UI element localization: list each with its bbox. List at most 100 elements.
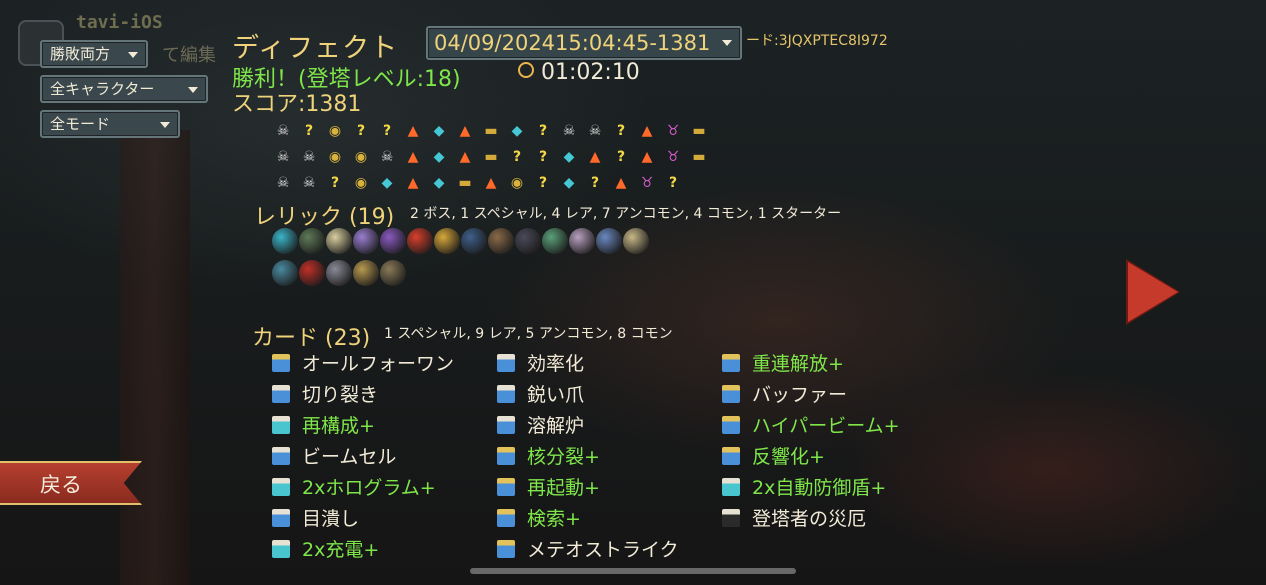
unknown-monster-room-icon: ? (538, 149, 548, 165)
card-entry[interactable]: 目潰し (272, 505, 359, 533)
relic-icon[interactable] (515, 228, 541, 254)
card-entry[interactable]: 検索+ (497, 505, 581, 533)
relic-icon[interactable] (542, 228, 568, 254)
unknown-room-icon: ? (538, 175, 548, 191)
scrollbar[interactable] (470, 568, 796, 574)
card-name: 溶解炉 (527, 415, 585, 437)
card-entry[interactable]: 2x自動防御盾+ (722, 474, 886, 502)
elite-room-icon: ▲ (641, 123, 653, 139)
relic-list (272, 228, 792, 292)
card-entry[interactable]: 鋭い爪 (497, 381, 584, 409)
card-icon (272, 446, 290, 465)
next-page-arrow-icon[interactable] (1128, 262, 1178, 322)
relic-icon[interactable] (326, 260, 352, 286)
elite-room-icon: ▲ (407, 175, 419, 191)
card-entry[interactable]: 再構成+ (272, 412, 375, 440)
unknown-monster-room-icon: ? (616, 123, 626, 139)
relic-icon[interactable] (407, 228, 433, 254)
relic-icon[interactable] (488, 228, 514, 254)
edit-label[interactable]: て編集 (162, 41, 216, 67)
card-name: メテオストライク (527, 539, 679, 561)
play-time: 01:02:10 (541, 60, 640, 85)
card-icon (722, 415, 740, 434)
unknown-room-icon: ? (616, 149, 626, 165)
card-name: 再構成+ (302, 415, 375, 437)
card-entry[interactable]: 2x充電+ (272, 536, 379, 564)
elite-room-icon: ▲ (459, 149, 471, 165)
card-name: バッファー (752, 384, 848, 406)
relic-icon[interactable] (596, 228, 622, 254)
monster-room-icon: ☠ (380, 149, 394, 165)
card-entry[interactable]: メテオストライク (497, 536, 679, 564)
monster-room-icon: ☠ (302, 149, 316, 165)
monster-room-icon: ☠ (562, 123, 576, 139)
card-entry[interactable]: オールフォーワン (272, 350, 454, 378)
result-filter-label: 勝敗両方 (50, 45, 111, 63)
relic-icon[interactable] (623, 228, 649, 254)
card-name: 反響化+ (752, 446, 825, 468)
card-icon (272, 353, 290, 372)
back-button-label[interactable]: 戻る (40, 469, 82, 499)
card-entry[interactable]: 反響化+ (722, 443, 825, 471)
card-name: オールフォーワン (302, 353, 455, 375)
relic-icon[interactable] (299, 260, 325, 286)
card-name: 重連解放+ (752, 353, 844, 375)
map-path: ☠? ◉?? ▲ ◆ ▲ ▬ ◆? ☠ ☠? ▲ ♉ ▬ ☠ ☠ ◉ ◉ ☠ ▲ ◆ ▲ ▬?? ◆ ▲? ▲ ♉ ▬ ☠ ☠? ◉ ◆ ▲… (270, 118, 720, 196)
unknown-room-icon: ? (668, 175, 678, 191)
card-entry[interactable]: 核分裂+ (497, 443, 600, 471)
monster-room-icon: ☠ (302, 175, 316, 191)
card-name: 効率化 (527, 353, 585, 375)
relic-icon[interactable] (380, 260, 406, 286)
stopwatch-icon (518, 62, 534, 78)
relic-icon[interactable] (272, 228, 298, 254)
card-entry[interactable]: 登塔者の災厄 (722, 505, 866, 533)
card-entry[interactable]: 溶解炉 (497, 412, 584, 440)
result-filter-dropdown[interactable]: 勝敗両方 (40, 40, 148, 68)
unknown-room-icon: ? (356, 123, 366, 139)
character-title: ディフェクト (232, 33, 399, 64)
unknown-room-icon: ? (330, 175, 340, 191)
card-entry[interactable]: バッファー (722, 381, 847, 409)
elite-room-icon: ▲ (407, 149, 419, 165)
mode-filter-dropdown[interactable]: 全モード (40, 110, 180, 138)
card-icon (497, 384, 515, 403)
cards-summary: 1 スペシャル, 9 レア, 5 アンコモン, 8 コモン (384, 326, 673, 342)
monster-room-icon: ☠ (276, 123, 290, 139)
card-entry[interactable]: 切り裂き (272, 381, 378, 409)
rest-room-icon: ◆ (381, 175, 393, 191)
relic-icon[interactable] (353, 260, 379, 286)
rest-room-icon: ◆ (563, 149, 575, 165)
relic-icon[interactable] (461, 228, 487, 254)
card-icon (272, 384, 290, 403)
card-entry[interactable]: 重連解放+ (722, 350, 844, 378)
card-entry[interactable]: ハイパービーム+ (722, 412, 900, 440)
unknown-room-icon: ? (304, 123, 314, 139)
shop-room-icon: ◉ (510, 175, 524, 191)
card-entry[interactable]: ビームセル (272, 443, 396, 471)
card-icon (722, 353, 740, 372)
relic-icon[interactable] (326, 228, 352, 254)
card-name: 2x充電+ (302, 539, 380, 561)
relic-icon[interactable] (380, 228, 406, 254)
treasure-room-icon: ▬ (484, 149, 498, 165)
relic-icon[interactable] (353, 228, 379, 254)
chevron-down-icon (188, 87, 198, 93)
card-icon (497, 539, 515, 558)
card-icon (272, 415, 290, 434)
card-name: 鋭い爪 (527, 384, 585, 406)
rest-room-icon: ◆ (511, 123, 523, 139)
card-entry[interactable]: 2xホログラム+ (272, 474, 436, 502)
relic-icon[interactable] (299, 228, 325, 254)
relic-icon[interactable] (569, 228, 595, 254)
character-filter-dropdown[interactable]: 全キャラクター (40, 75, 208, 103)
shop-room-icon: ◉ (354, 175, 368, 191)
card-entry[interactable]: 効率化 (497, 350, 584, 378)
relic-icon[interactable] (272, 260, 298, 286)
boss-room-icon: ♉ (640, 175, 654, 191)
map-path-row: ☠ ☠ ◉ ◉ ☠ ▲ ◆ ▲ ▬?? ◆ ▲? ▲ ♉ ▬ (270, 144, 720, 170)
character-filter-label: 全キャラクター (50, 80, 155, 98)
run-select-dropdown[interactable]: 04/09/202415:04:45-1381 (426, 26, 742, 60)
relic-icon[interactable] (434, 228, 460, 254)
card-entry[interactable]: 再起動+ (497, 474, 600, 502)
rest-room-icon: ◆ (563, 175, 575, 191)
